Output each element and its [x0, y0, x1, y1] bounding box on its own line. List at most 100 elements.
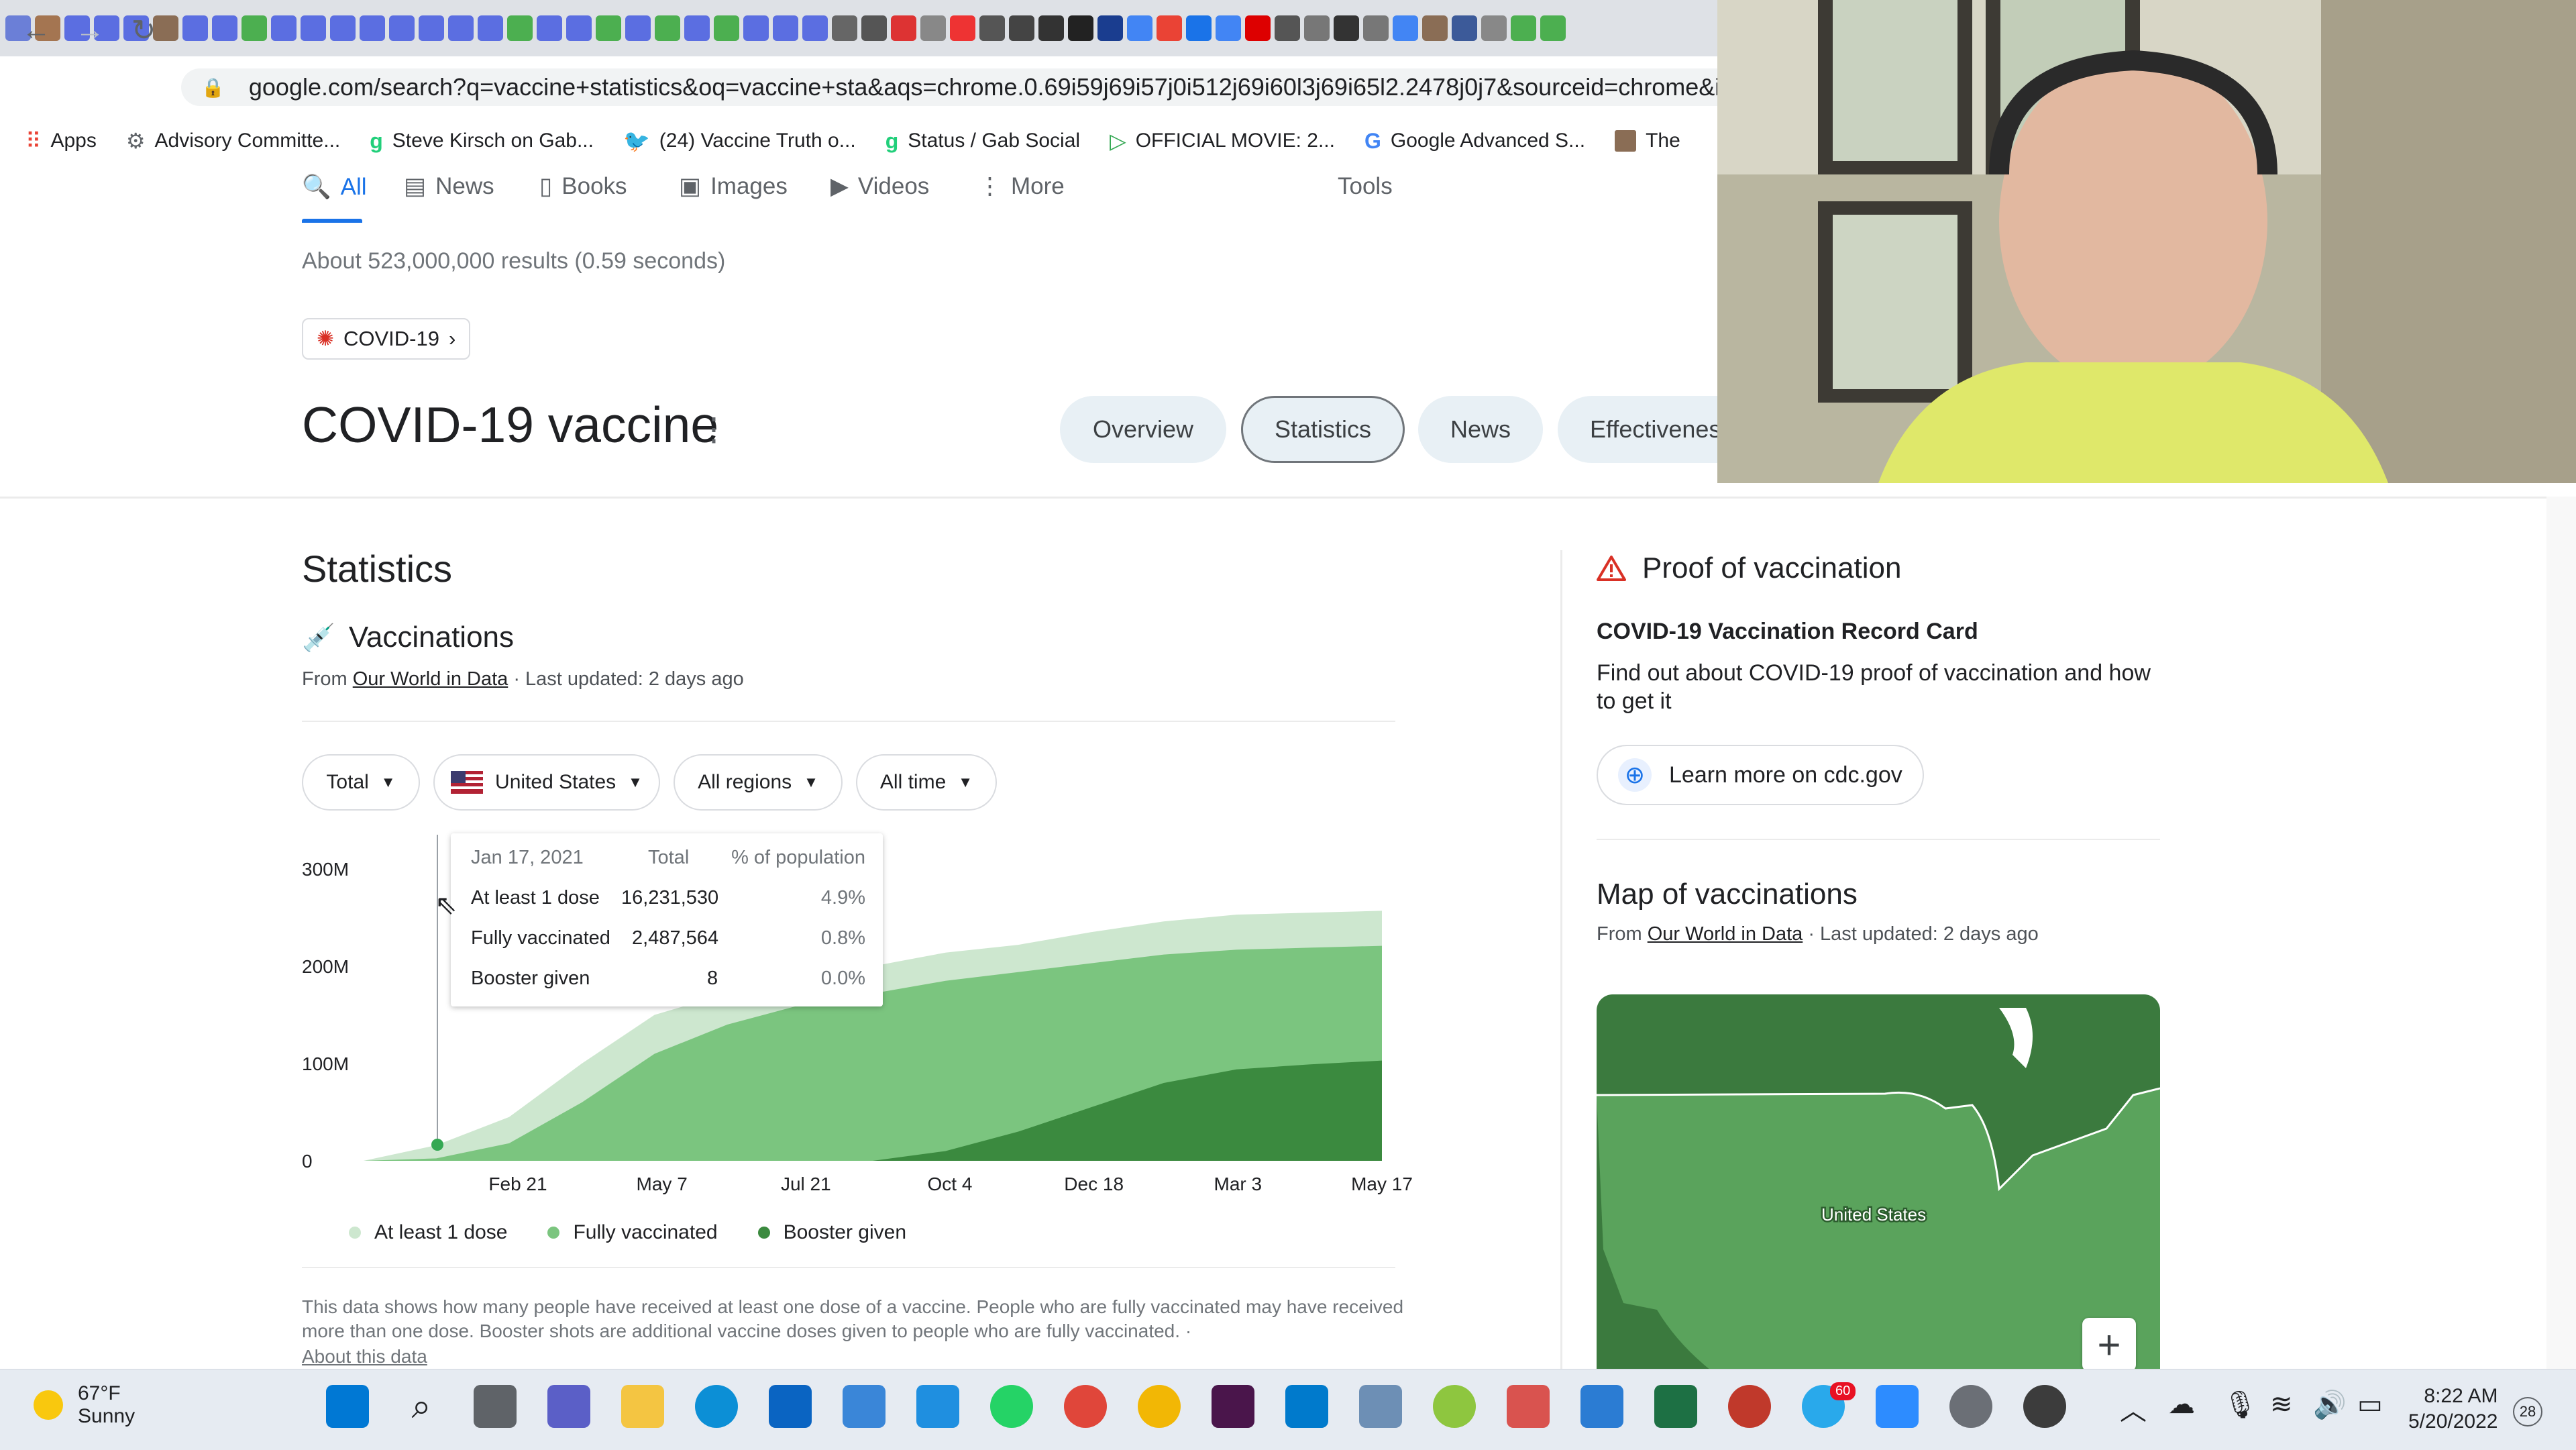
- tab-favicon[interactable]: [1186, 15, 1212, 41]
- tab-favicon[interactable]: [1068, 15, 1093, 41]
- weather-widget[interactable]: 67°F Sunny: [34, 1382, 135, 1428]
- tab-favicon[interactable]: [1009, 15, 1034, 41]
- tab-more[interactable]: ⋮ More: [978, 173, 1065, 200]
- tab-favicon[interactable]: [1216, 15, 1241, 41]
- task-view-icon[interactable]: [474, 1385, 517, 1428]
- zoom-icon[interactable]: [1876, 1385, 1919, 1428]
- tab-favicon[interactable]: [979, 15, 1005, 41]
- bookmark-apps[interactable]: ⠿ Apps: [25, 128, 97, 154]
- tab-favicon[interactable]: [389, 15, 415, 41]
- tab-news[interactable]: ▤ News: [404, 173, 494, 200]
- about-data-link[interactable]: About this data: [302, 1346, 427, 1367]
- filter-country[interactable]: United States ▼: [433, 754, 660, 811]
- address-bar[interactable]: 🔒 google.com/search?q=vaccine+statistics…: [181, 68, 1765, 106]
- remote-desktop-icon[interactable]: [1359, 1385, 1402, 1428]
- microphone-icon[interactable]: 🎙: [2223, 1389, 2257, 1420]
- tab-favicon[interactable]: [448, 15, 474, 41]
- learn-more-button[interactable]: ⊕ Learn more on cdc.gov: [1597, 745, 1924, 805]
- tab-favicon[interactable]: [920, 15, 946, 41]
- cloud-icon[interactable]: ☁: [2168, 1389, 2195, 1420]
- tab-favicon[interactable]: [1511, 15, 1536, 41]
- tab-favicon[interactable]: [950, 15, 975, 41]
- more-vert-icon[interactable]: ⋮: [698, 411, 730, 448]
- filter-time[interactable]: All time ▼: [856, 754, 997, 811]
- tab-favicon[interactable]: [507, 15, 533, 41]
- vaccination-map[interactable]: United States: [1597, 994, 2160, 1370]
- tab-favicon[interactable]: [832, 15, 857, 41]
- tab-favicon[interactable]: [271, 15, 297, 41]
- tab-favicon[interactable]: [773, 15, 798, 41]
- outlook-icon[interactable]: [769, 1385, 812, 1428]
- tab-favicon[interactable]: [478, 15, 503, 41]
- tab-favicon[interactable]: [301, 15, 326, 41]
- slack-icon[interactable]: [1212, 1385, 1254, 1428]
- forward-button[interactable]: →: [70, 10, 110, 50]
- pill-news[interactable]: News: [1418, 396, 1543, 463]
- tab-favicon[interactable]: [714, 15, 739, 41]
- tab-favicon[interactable]: [743, 15, 769, 41]
- tab-favicon[interactable]: [1393, 15, 1418, 41]
- tab-all[interactable]: 🔍 All: [302, 173, 367, 201]
- tab-favicon[interactable]: [1363, 15, 1389, 41]
- tab-favicon[interactable]: [1481, 15, 1507, 41]
- tab-images[interactable]: ▣ Images: [679, 173, 788, 200]
- excel-icon[interactable]: [1654, 1385, 1697, 1428]
- snipping-tool-icon[interactable]: [1507, 1385, 1550, 1428]
- tab-videos[interactable]: ▶ Videos: [830, 173, 929, 200]
- tab-favicon[interactable]: [655, 15, 680, 41]
- tab-favicon[interactable]: [1275, 15, 1300, 41]
- tab-favicon[interactable]: [891, 15, 916, 41]
- tab-books[interactable]: ▯ Books: [539, 173, 627, 200]
- teams-icon[interactable]: [547, 1385, 590, 1428]
- network-app-icon[interactable]: [1433, 1385, 1476, 1428]
- bookmark-movie[interactable]: ▷ OFFICIAL MOVIE: 2...: [1110, 128, 1335, 154]
- reload-button[interactable]: ↻: [123, 10, 164, 50]
- tab-favicon[interactable]: [330, 15, 356, 41]
- tab-favicon[interactable]: [802, 15, 828, 41]
- chevron-up-icon[interactable]: ︿: [2120, 1389, 2147, 1428]
- tab-favicon[interactable]: [1038, 15, 1064, 41]
- pill-statistics[interactable]: Statistics: [1241, 396, 1405, 463]
- tab-favicon[interactable]: [1304, 15, 1330, 41]
- tab-favicon[interactable]: [1540, 15, 1566, 41]
- chrome-icon[interactable]: [1064, 1385, 1107, 1428]
- tab-favicon[interactable]: [1157, 15, 1182, 41]
- legend-item[interactable]: Fully vaccinated: [547, 1221, 718, 1244]
- tab-favicon[interactable]: [419, 15, 444, 41]
- tab-favicon[interactable]: [684, 15, 710, 41]
- tab-favicon[interactable]: [360, 15, 385, 41]
- clock[interactable]: 8:22 AM 5/20/2022: [2408, 1384, 2498, 1435]
- bookmark-the[interactable]: The: [1615, 130, 1680, 152]
- start-button[interactable]: [326, 1385, 369, 1428]
- tools-button[interactable]: Tools: [1338, 173, 1393, 200]
- source-link[interactable]: Our World in Data: [1648, 923, 1803, 945]
- filter-total[interactable]: Total ▼: [302, 754, 420, 811]
- vscode-icon[interactable]: [1285, 1385, 1328, 1428]
- volume-icon[interactable]: 🔊: [2313, 1389, 2347, 1420]
- filter-regions[interactable]: All regions ▼: [674, 754, 843, 811]
- settings-icon[interactable]: [1949, 1385, 1992, 1428]
- tab-favicon[interactable]: [537, 15, 562, 41]
- back-button[interactable]: ←: [16, 10, 56, 50]
- battery-icon[interactable]: ▭: [2357, 1389, 2383, 1420]
- chrome-icon[interactable]: [1138, 1385, 1181, 1428]
- wifi-icon[interactable]: ≋: [2270, 1389, 2293, 1420]
- pill-effectiveness[interactable]: Effectivenes: [1558, 396, 1717, 463]
- tab-favicon[interactable]: [566, 15, 592, 41]
- tab-favicon[interactable]: [212, 15, 237, 41]
- obs-icon[interactable]: [2023, 1385, 2066, 1428]
- tab-favicon[interactable]: [1097, 15, 1123, 41]
- edge-icon[interactable]: [695, 1385, 738, 1428]
- pill-overview[interactable]: Overview: [1060, 396, 1226, 463]
- legend-item[interactable]: At least 1 dose: [349, 1221, 507, 1244]
- tab-favicon[interactable]: [1452, 15, 1477, 41]
- app-dots-icon[interactable]: [1728, 1385, 1771, 1428]
- bookmark-gab-kirsch[interactable]: g Steve Kirsch on Gab...: [370, 129, 594, 154]
- scrollbar[interactable]: [2546, 497, 2576, 1369]
- tab-favicon[interactable]: [182, 15, 208, 41]
- search-icon[interactable]: ⌕: [400, 1385, 443, 1428]
- store-icon[interactable]: [843, 1385, 885, 1428]
- tab-favicon[interactable]: [861, 15, 887, 41]
- notepad-icon[interactable]: [1580, 1385, 1623, 1428]
- whatsapp-icon[interactable]: [990, 1385, 1033, 1428]
